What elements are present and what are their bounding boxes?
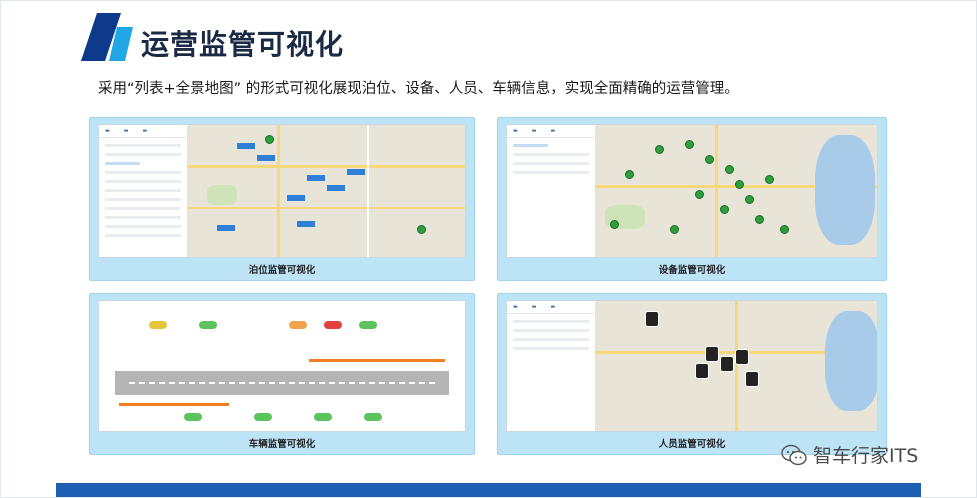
wechat-icon	[781, 444, 807, 465]
staff-panel: ▬ ▬ ▬ 人员监管可视化	[497, 293, 887, 455]
device-screen: ▬ ▬ ▬	[506, 124, 878, 258]
tab-icon: ▬	[142, 128, 148, 134]
tab-icon: ▬	[550, 128, 556, 134]
footer-bar	[56, 483, 921, 497]
berth-screen: ▬ ▬ ▬	[98, 124, 466, 258]
watermark-text: 智车行家ITS	[813, 445, 919, 467]
staff-sidebar: ▬ ▬ ▬	[507, 301, 596, 431]
vehicle-screen	[98, 300, 466, 432]
lane	[115, 371, 449, 395]
device-map[interactable]	[595, 125, 877, 257]
page-subtitle: 采用“列表+全景地图” 的形式可视化展现泊位、设备、人员、车辆信息，实现全面精确…	[98, 81, 739, 97]
berth-caption: 泊位监管可视化	[248, 265, 316, 276]
tab-icon: ▬	[513, 304, 518, 310]
logo-icon	[81, 13, 133, 61]
berth-map[interactable]	[187, 125, 465, 257]
device-sidebar: ▬ ▬ ▬	[507, 125, 596, 257]
tab-icon: ▬	[550, 304, 556, 310]
tab-icon: ▬	[105, 128, 110, 134]
tab-icon: ▬	[513, 128, 518, 134]
berth-sidebar: ▬ ▬ ▬	[99, 125, 188, 257]
tab-icon: ▬	[531, 304, 537, 310]
tab-icon: ▬	[123, 128, 129, 134]
vehicle-panel: 车辆监管可视化	[89, 293, 475, 455]
staff-map[interactable]	[595, 301, 877, 431]
vehicle-caption: 车辆监管可视化	[248, 439, 316, 450]
device-caption: 设备监管可视化	[658, 265, 726, 276]
device-panel: ▬ ▬ ▬ 设备监管可视化	[497, 117, 887, 281]
slide: 运营监管可视化 采用“列表+全景地图” 的形式可视化展现泊位、设备、人员、车辆信…	[0, 0, 977, 498]
watermark: 智车行家ITS	[781, 441, 918, 468]
tab-icon: ▬	[531, 128, 537, 134]
staff-screen: ▬ ▬ ▬	[506, 300, 878, 432]
page-title: 运营监管可视化	[141, 28, 345, 61]
berth-panel: ▬ ▬ ▬ 泊位监管可视化	[89, 117, 475, 281]
